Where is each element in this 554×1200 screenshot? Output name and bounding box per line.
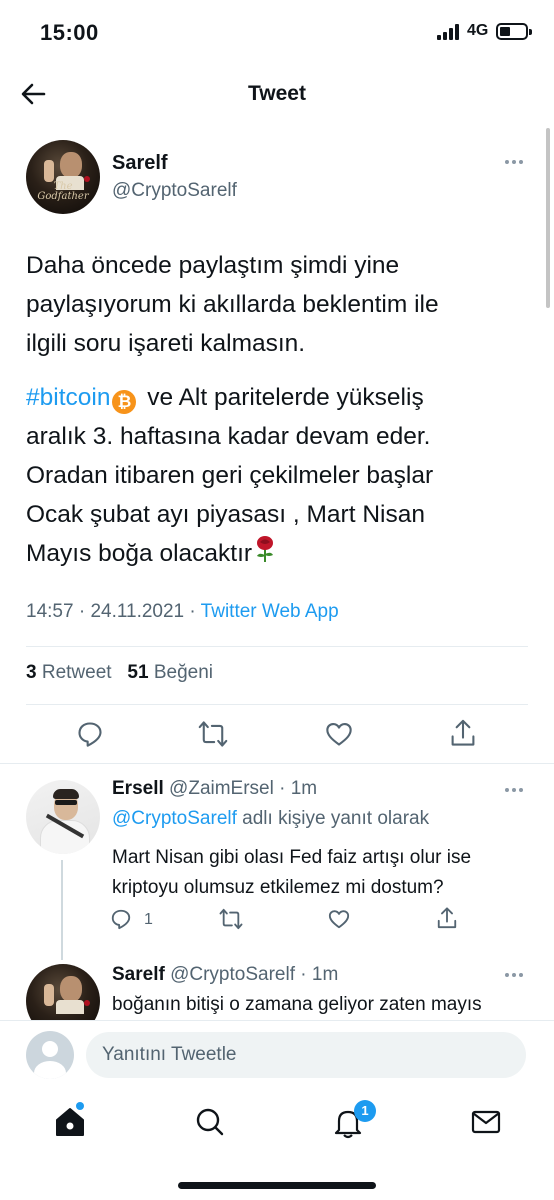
- author-name[interactable]: Sarelf: [112, 152, 168, 175]
- retweet-button[interactable]: [198, 720, 228, 748]
- heart-icon: [326, 723, 352, 746]
- more-options-button[interactable]: [505, 160, 523, 164]
- reply-count: 1: [144, 911, 153, 928]
- tweet-source-link[interactable]: Twitter Web App: [201, 601, 339, 622]
- more-options-button[interactable]: [505, 788, 523, 792]
- likes-link[interactable]: 51 Beğeni: [127, 662, 213, 683]
- tweet-date: 24.11.2021: [90, 601, 185, 622]
- avatar[interactable]: The Godfather: [26, 140, 100, 214]
- retweet-icon: [198, 721, 228, 747]
- more-dots-icon: [505, 788, 509, 792]
- hashtag-link[interactable]: #bitcoin: [26, 384, 110, 411]
- more-options-button[interactable]: [505, 973, 523, 977]
- signal-icon: [437, 24, 461, 40]
- share-icon: [437, 907, 457, 929]
- reply-button[interactable]: [76, 720, 104, 748]
- status-time: 15:00: [40, 20, 99, 45]
- reply-time: 1m: [311, 964, 339, 985]
- reply-button[interactable]: [110, 908, 132, 930]
- retweets-link[interactable]: 3 Retweet: [26, 662, 112, 683]
- share-icon: [451, 719, 475, 746]
- user-avatar[interactable]: [26, 1031, 74, 1079]
- bitcoin-emoji-icon: ₿: [112, 390, 137, 414]
- tweet-time: 14:57: [26, 601, 74, 622]
- nav-notifications[interactable]: 1: [328, 1100, 376, 1142]
- home-indicator: [178, 1182, 376, 1189]
- avatar[interactable]: [26, 780, 100, 854]
- reply-icon: [78, 722, 102, 747]
- divider: [26, 646, 528, 647]
- reply-header: Ersell @ZaimErsel · 1m: [112, 778, 318, 799]
- reply-header: Sarelf @CryptoSarelf · 1m: [112, 964, 339, 985]
- scrollbar[interactable]: [546, 128, 550, 308]
- search-icon: [196, 1108, 224, 1136]
- reply-text: Mart Nisan gibi olası Fed faiz artışı ol…: [112, 847, 472, 898]
- mention-link[interactable]: @CryptoSarelf: [112, 808, 237, 829]
- battery-icon: [496, 23, 532, 40]
- retweet-button[interactable]: [219, 908, 243, 930]
- retweet-icon: [219, 908, 243, 930]
- reply-author-name[interactable]: Ersell: [112, 778, 164, 799]
- tweet-paragraph-2: #bitcoin ₿ ve Alt paritelerde yükseliş ar…: [26, 384, 434, 567]
- nav-home[interactable]: [50, 1102, 90, 1142]
- reply-author-name[interactable]: Sarelf: [112, 964, 165, 985]
- like-button[interactable]: [325, 720, 353, 748]
- tweet-stats: 3 Retweet 51 Beğeni: [26, 662, 213, 684]
- author-handle[interactable]: @CryptoSarelf: [112, 180, 237, 202]
- share-button[interactable]: [449, 718, 477, 748]
- network-type: 4G: [467, 22, 489, 39]
- home-icon: [56, 1108, 84, 1136]
- rose-emoji-icon: [252, 535, 278, 563]
- nav-messages[interactable]: [466, 1102, 506, 1142]
- reply-text: boğanın bitişi o zamana geliyor zaten ma…: [112, 994, 482, 1015]
- tweet-paragraph-1: Daha öncede paylaştım şimdi yine paylaşı…: [26, 252, 439, 357]
- compose-bar: [0, 1020, 554, 1090]
- reply-icon: [111, 909, 131, 930]
- messages-icon: [471, 1110, 501, 1134]
- status-bar: 15:00 4G: [0, 0, 554, 66]
- header: Tweet: [0, 70, 554, 120]
- page-title: Tweet: [248, 82, 306, 105]
- more-dots-icon: [505, 160, 509, 164]
- home-new-dot: [76, 1102, 84, 1110]
- heart-icon: [328, 910, 350, 929]
- tweet-meta: 14:57 · 24.11.2021 · Twitter Web App: [26, 601, 339, 622]
- tweet-text: Daha öncede paylaştım şimdi yine paylaşı…: [26, 246, 536, 573]
- replying-to: @CryptoSarelf adlı kişiye yanıt olarak: [112, 808, 430, 829]
- like-button[interactable]: [328, 908, 350, 930]
- more-dots-icon: [505, 973, 509, 977]
- reply-author-handle[interactable]: @CryptoSarelf: [170, 964, 295, 985]
- reply-time: 1m: [290, 778, 318, 799]
- notification-badge: 1: [354, 1100, 376, 1122]
- reply-input[interactable]: [86, 1032, 526, 1078]
- reply-author-handle[interactable]: @ZaimErsel: [169, 778, 274, 799]
- divider: [0, 763, 554, 764]
- divider: [26, 704, 528, 705]
- avatar-logo-text: The Godfather: [37, 181, 89, 202]
- share-button[interactable]: [436, 906, 458, 930]
- nav-search[interactable]: [190, 1102, 230, 1142]
- thread-line: [61, 860, 63, 960]
